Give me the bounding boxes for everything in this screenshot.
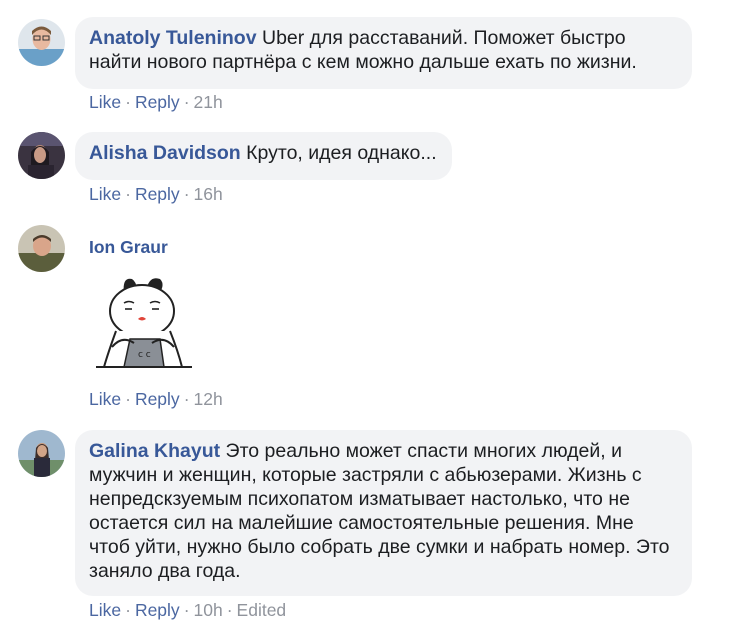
comment-text: Круто, идея однако... bbox=[246, 142, 437, 164]
reply-link[interactable]: Reply bbox=[135, 184, 180, 204]
comment: Ion Graur c c Like · Reply · 12h bbox=[18, 225, 737, 415]
comment-timestamp[interactable]: 21h bbox=[194, 92, 223, 112]
avatar[interactable] bbox=[18, 225, 65, 272]
like-link[interactable]: Like bbox=[89, 92, 121, 112]
comment-actions: Like · Reply · 12h bbox=[89, 389, 223, 409]
comment-actions: Like · Reply · 10h · Edited bbox=[89, 600, 287, 620]
reply-link[interactable]: Reply bbox=[135, 600, 180, 620]
avatar[interactable] bbox=[18, 430, 65, 477]
comment-bubble: Anatoly Tuleninov Uber для расставаний. … bbox=[75, 17, 692, 89]
comment-timestamp[interactable]: 10h bbox=[194, 600, 223, 620]
reply-link[interactable]: Reply bbox=[135, 92, 180, 112]
like-link[interactable]: Like bbox=[89, 184, 121, 204]
comment: Anatoly Tuleninov Uber для расставаний. … bbox=[18, 17, 737, 117]
comment-author[interactable]: Galina Khayut bbox=[89, 440, 220, 462]
sad-cat-at-laptop-sticker: c c bbox=[94, 273, 194, 378]
svg-text:c c: c c bbox=[138, 350, 151, 360]
comment-bubble: Alisha Davidson Круто, идея однако... bbox=[75, 132, 452, 180]
reply-link[interactable]: Reply bbox=[135, 389, 180, 409]
comment-author[interactable]: Alisha Davidson bbox=[89, 142, 241, 164]
like-link[interactable]: Like bbox=[89, 600, 121, 620]
avatar[interactable] bbox=[18, 132, 65, 179]
comment-timestamp[interactable]: 16h bbox=[194, 184, 223, 204]
like-link[interactable]: Like bbox=[89, 389, 121, 409]
comment: Alisha Davidson Круто, идея однако... Li… bbox=[18, 132, 737, 212]
avatar[interactable] bbox=[18, 19, 65, 66]
comment-actions: Like · Reply · 21h bbox=[89, 92, 223, 112]
comment-author[interactable]: Ion Graur bbox=[89, 237, 168, 258]
comment-author[interactable]: Anatoly Tuleninov bbox=[89, 27, 257, 49]
comment: Galina Khayut Это реально может спасти м… bbox=[18, 430, 737, 620]
edited-label[interactable]: Edited bbox=[237, 600, 287, 620]
comment-actions: Like · Reply · 16h bbox=[89, 184, 223, 204]
comment-bubble: Galina Khayut Это реально может спасти м… bbox=[75, 430, 692, 596]
comment-timestamp[interactable]: 12h bbox=[194, 389, 223, 409]
